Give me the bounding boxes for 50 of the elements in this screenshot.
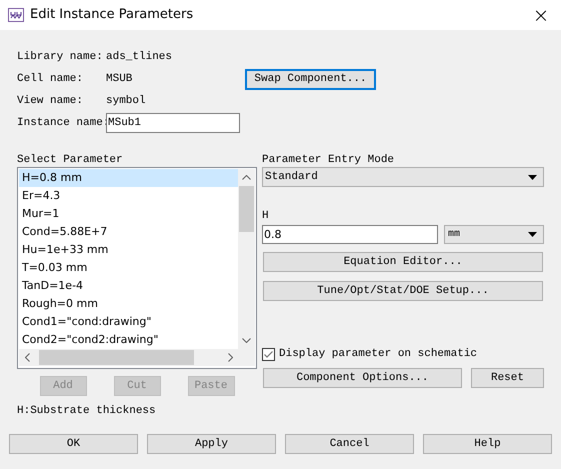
scroll-thumb[interactable]: [39, 350, 194, 365]
scroll-down-icon: [242, 338, 251, 343]
display-checkbox-label: Display parameter on schematic: [279, 346, 478, 362]
scroll-right-icon: [228, 353, 233, 362]
close-button[interactable]: ×: [521, 0, 561, 30]
instance-name-field[interactable]: MSub1: [106, 113, 240, 133]
parameter-item[interactable]: T=0.03 mm: [19, 259, 238, 277]
component-options-button[interactable]: Component Options...: [263, 368, 462, 388]
reset-button[interactable]: Reset: [471, 368, 544, 388]
parameter-item[interactable]: Er=4.3: [19, 187, 238, 205]
parameter-item[interactable]: Cond=5.88E+7: [19, 223, 238, 241]
field-label: View name:: [17, 94, 84, 109]
app-logo-icon: [8, 8, 24, 22]
field-value: MSUB: [106, 72, 134, 87]
entry-mode-label: Parameter Entry Mode: [262, 154, 396, 166]
dialog-button[interactable]: Cancel: [285, 434, 414, 454]
window-title: Edit Instance Parameters: [30, 6, 194, 24]
parameter-item[interactable]: TanD=1e-4: [19, 277, 238, 295]
vertical-scrollbar[interactable]: [238, 169, 255, 349]
scroll-thumb[interactable]: [239, 186, 254, 232]
entry-mode-dropdown[interactable]: Standard: [262, 167, 544, 187]
parameter-item[interactable]: Rough=0 mm: [19, 295, 238, 313]
field-label: Library name:: [17, 50, 104, 65]
dropdown-caret-icon: [528, 174, 537, 180]
dialog-button[interactable]: OK: [9, 434, 138, 454]
select-parameter-label: Select Parameter: [17, 154, 124, 166]
parameter-item[interactable]: Mur=1: [19, 205, 238, 223]
field-value: ads_tlines: [106, 50, 174, 65]
display-checkbox[interactable]: [262, 348, 275, 360]
parameter-item[interactable]: Hu=1e+33 mm: [19, 241, 238, 259]
field-label: Cell name:: [17, 72, 84, 87]
horizontal-scrollbar[interactable]: [19, 349, 255, 366]
dialog-button[interactable]: Help: [423, 434, 552, 454]
field-value: symbol: [106, 94, 147, 109]
tune-setup-button[interactable]: Tune/Opt/Stat/DOE Setup...: [263, 281, 543, 301]
swap-component-button[interactable]: Swap Component...: [245, 68, 376, 90]
parameter-value-field[interactable]: 0.8: [262, 225, 438, 244]
scroll-left-icon: [25, 353, 30, 362]
scroll-up-icon: [242, 175, 251, 180]
parameter-item[interactable]: Cond2="cond2:drawing": [19, 331, 238, 349]
field-label: Instance name:: [17, 116, 106, 131]
unit-dropdown[interactable]: mm: [444, 225, 544, 244]
dropdown-caret-icon: [528, 232, 537, 237]
parameter-item[interactable]: H=0.8 mm: [19, 169, 238, 187]
equation-editor-button[interactable]: Equation Editor...: [263, 252, 543, 272]
checkmark-icon: [264, 350, 273, 358]
parameter-item[interactable]: Cond1="cond:drawing": [19, 313, 238, 331]
parameter-name-label: H: [262, 210, 270, 222]
dialog-button[interactable]: Apply: [147, 434, 276, 454]
parameter-description: H:Substrate thickness: [16, 404, 157, 417]
